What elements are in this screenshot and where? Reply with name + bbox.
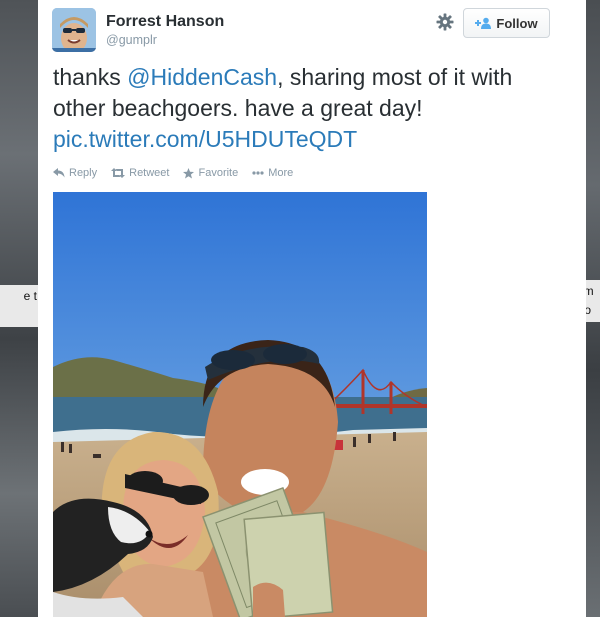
more-dots-icon (252, 171, 264, 175)
retweet-action[interactable]: Retweet (111, 167, 169, 179)
retweet-label: Retweet (129, 167, 170, 179)
author-name[interactable]: Forrest Hanson (106, 13, 224, 31)
gear-icon[interactable] (436, 13, 454, 31)
tweet-text-start: thanks (53, 64, 128, 90)
add-user-icon (475, 17, 492, 29)
follow-button[interactable]: Follow (463, 8, 550, 38)
tweet-actions: Reply Retweet Favorite More (53, 167, 293, 179)
star-icon (183, 167, 195, 178)
tweet-text: thanks @HiddenCash, sharing most of it w… (53, 62, 558, 155)
author-handle[interactable]: @gumplr (106, 33, 157, 47)
tweet-card: Forrest Hanson @gumplr Follow thanks @Hi… (38, 0, 586, 617)
reply-action[interactable]: Reply (53, 167, 97, 179)
background-text-fragment-left: e t (0, 285, 38, 327)
favorite-action[interactable]: Favorite (183, 167, 238, 179)
tweet-photo[interactable] (53, 192, 427, 617)
mention-link[interactable]: @HiddenCash (127, 64, 277, 90)
favorite-label: Favorite (198, 167, 239, 179)
retweet-icon (111, 168, 126, 178)
reply-icon (53, 168, 65, 178)
more-action[interactable]: More (252, 167, 293, 179)
follow-button-label: Follow (496, 15, 538, 31)
avatar[interactable] (52, 8, 96, 52)
photo-link[interactable]: pic.twitter.com/U5HDUTeQDT (53, 126, 357, 152)
more-label: More (268, 167, 294, 179)
background-left: e t (0, 0, 38, 617)
beach-selfie-image (53, 192, 427, 617)
reply-label: Reply (69, 167, 98, 179)
